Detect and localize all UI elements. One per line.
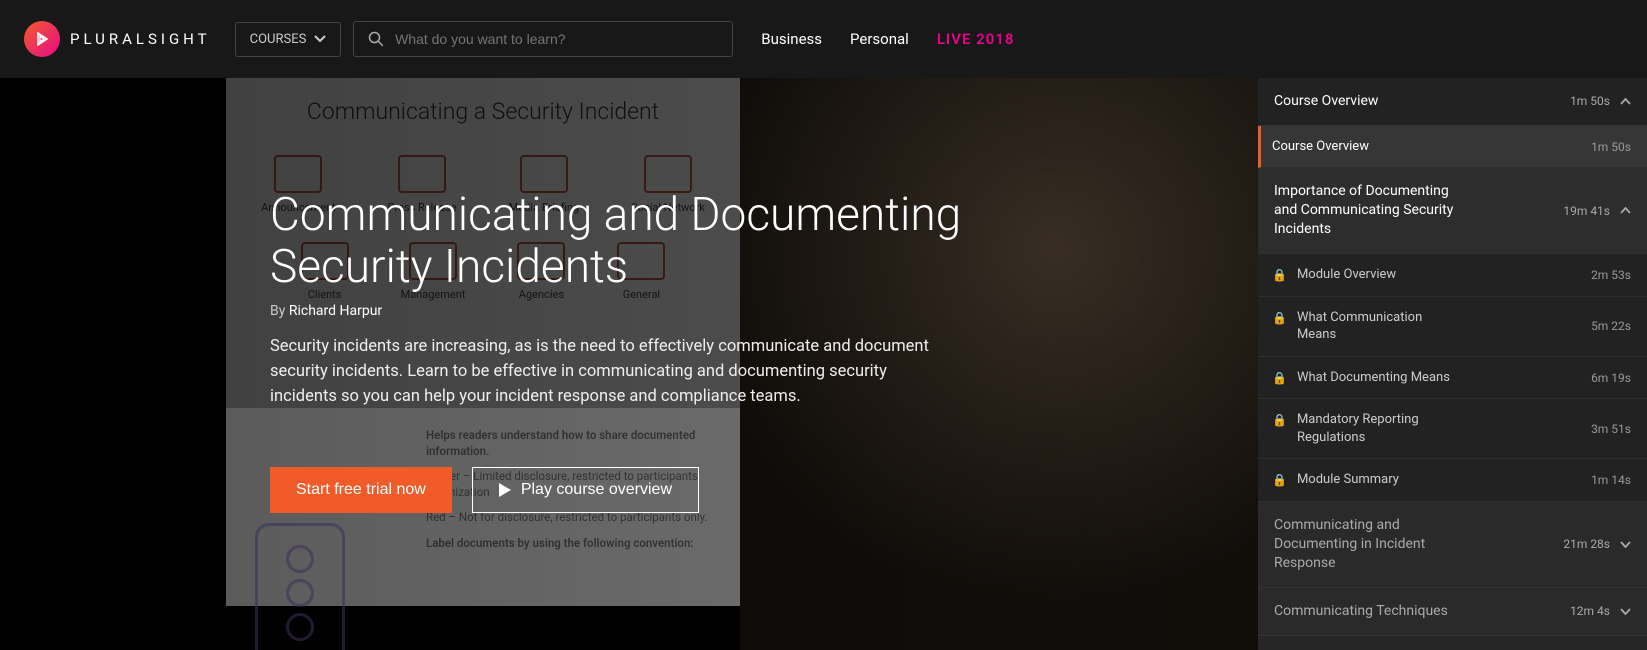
lesson-duration: 2m 53s — [1591, 268, 1631, 282]
courses-label: COURSES — [250, 32, 307, 47]
logo-icon — [24, 21, 60, 57]
course-byline: By Richard Harpur — [270, 303, 990, 319]
section-duration: 1m 50s — [1570, 94, 1610, 108]
chevron-up-icon — [1620, 98, 1631, 105]
play-overview-button[interactable]: Play course overview — [472, 467, 699, 513]
courses-dropdown[interactable]: COURSES — [235, 22, 342, 57]
start-trial-button[interactable]: Start free trial now — [270, 467, 452, 513]
section-header-evidence[interactable]: Capturing Evidence and 5m 55s — [1258, 636, 1647, 650]
chevron-down-icon — [314, 35, 326, 43]
section-duration: 19m 41s — [1563, 204, 1610, 218]
hero-content: Communicating and Documenting Security I… — [270, 190, 990, 513]
lock-icon: 🔒 — [1272, 268, 1287, 282]
lesson-title: Mandatory Reporting Regulations — [1297, 411, 1457, 446]
search-box[interactable] — [353, 21, 733, 57]
course-title: Communicating and Documenting Security I… — [270, 190, 990, 293]
section-title: Course Overview — [1274, 92, 1378, 111]
section-title: Communicating Techniques — [1274, 602, 1448, 621]
section-header-overview[interactable]: Course Overview 1m 50s — [1258, 78, 1647, 126]
chevron-up-icon — [1620, 207, 1631, 214]
nav-business[interactable]: Business — [761, 30, 822, 48]
search-icon — [368, 31, 383, 47]
section-duration: 21m 28s — [1563, 537, 1610, 551]
lesson-title: Module Overview — [1297, 266, 1396, 284]
lesson-duration: 5m 22s — [1591, 319, 1631, 333]
lesson-duration: 6m 19s — [1591, 371, 1631, 385]
lesson-row[interactable]: 🔒 What Communication Means 5m 22s — [1258, 297, 1647, 357]
section-header-incident-response[interactable]: Communicating and Documenting in Inciden… — [1258, 502, 1647, 588]
brand-text: PLURALSIGHT — [70, 30, 211, 48]
section-title: Communicating and Documenting in Inciden… — [1274, 516, 1454, 573]
lesson-duration: 1m 50s — [1591, 140, 1631, 154]
lesson-duration: 1m 14s — [1591, 473, 1631, 487]
lesson-row[interactable]: 🔒 What Documenting Means 6m 19s — [1258, 357, 1647, 400]
hero: Communicating a Security Incident Announ… — [0, 78, 1258, 650]
logo[interactable]: PLURALSIGHT — [24, 21, 211, 57]
lesson-title: What Communication Means — [1297, 309, 1457, 344]
lesson-duration: 3m 51s — [1591, 422, 1631, 436]
section-header-importance[interactable]: Importance of Documenting and Communicat… — [1258, 168, 1647, 254]
section-duration: 12m 4s — [1570, 604, 1610, 618]
chevron-down-icon — [1620, 608, 1631, 615]
byline-prefix: By — [270, 303, 289, 319]
lock-icon: 🔒 — [1272, 473, 1287, 487]
main-area: Communicating a Security Incident Announ… — [0, 78, 1647, 650]
hero-buttons: Start free trial now Play course overvie… — [270, 467, 990, 513]
lesson-title: What Documenting Means — [1297, 369, 1450, 387]
lesson-row[interactable]: 🔒 Module Overview 2m 53s — [1258, 254, 1647, 297]
lesson-row[interactable]: 🔒 Mandatory Reporting Regulations 3m 51s — [1258, 399, 1647, 459]
lesson-title: Course Overview — [1272, 138, 1369, 156]
course-author[interactable]: Richard Harpur — [289, 303, 382, 319]
lesson-row[interactable]: 🔒 Module Summary 1m 14s — [1258, 459, 1647, 502]
play-overview-label: Play course overview — [521, 481, 672, 499]
search-input[interactable] — [395, 31, 718, 47]
section-header-techniques[interactable]: Communicating Techniques 12m 4s — [1258, 588, 1647, 636]
chevron-down-icon — [1620, 541, 1631, 548]
nav-personal[interactable]: Personal — [850, 30, 909, 48]
lock-icon: 🔒 — [1272, 371, 1287, 385]
lock-icon: 🔒 — [1272, 413, 1287, 427]
lesson-row-active[interactable]: Course Overview 1m 50s — [1258, 126, 1647, 169]
nav-links: Business Personal LIVE 2018 — [761, 30, 1014, 48]
lesson-title: Module Summary — [1297, 471, 1399, 489]
nav-live[interactable]: LIVE 2018 — [937, 30, 1015, 48]
lock-icon: 🔒 — [1272, 311, 1287, 325]
course-sidebar[interactable]: Course Overview 1m 50s Course Overview 1… — [1258, 78, 1647, 650]
play-icon — [499, 483, 511, 497]
course-description: Security incidents are increasing, as is… — [270, 335, 930, 409]
section-title: Importance of Documenting and Communicat… — [1274, 182, 1454, 239]
top-header: PLURALSIGHT COURSES Business Personal LI… — [0, 0, 1647, 78]
